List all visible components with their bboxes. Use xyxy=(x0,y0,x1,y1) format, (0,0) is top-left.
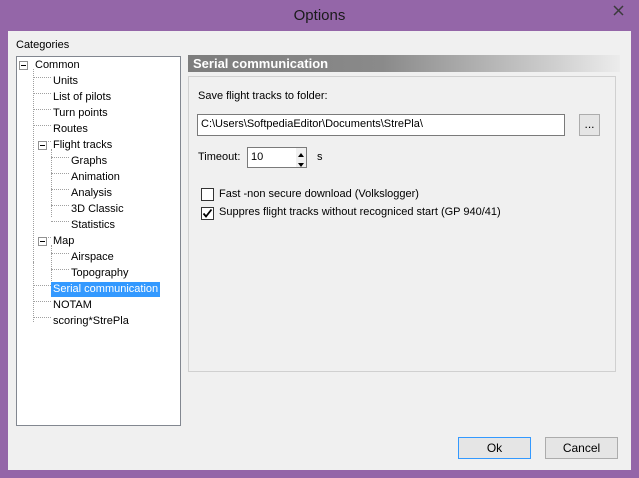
tree-line xyxy=(51,269,69,270)
collapse-icon[interactable] xyxy=(38,237,47,246)
window-title: Options xyxy=(293,7,346,24)
tree-line xyxy=(33,125,51,126)
close-icon xyxy=(613,5,624,16)
tree-line xyxy=(33,285,51,286)
timeout-value: 10 xyxy=(251,151,264,163)
fast-download-checkbox[interactable] xyxy=(201,188,214,201)
tree-item-common[interactable]: Common xyxy=(33,58,82,73)
fast-download-label[interactable]: Fast -non secure download (Volkslogger) xyxy=(219,188,419,200)
folder-path-input[interactable]: C:\Users\SoftpediaEditor\Documents\StreP… xyxy=(197,114,565,136)
tree-line xyxy=(33,93,51,94)
arrow-down-icon xyxy=(298,163,304,167)
section-title: Serial communication xyxy=(193,56,329,71)
tree-line xyxy=(51,189,69,190)
spin-down-button[interactable] xyxy=(296,158,306,167)
section-header: Serial communication xyxy=(188,55,620,72)
tree-line xyxy=(51,157,69,158)
tree-item-list-of-pilots[interactable]: List of pilots xyxy=(51,90,113,105)
browse-button[interactable]: ... xyxy=(579,114,600,136)
tree-item-units[interactable]: Units xyxy=(51,74,80,89)
tree-item-animation[interactable]: Animation xyxy=(69,170,122,185)
folder-label: Save flight tracks to folder: xyxy=(198,90,328,102)
tree-item-airspace[interactable]: Airspace xyxy=(69,250,116,265)
ok-button[interactable]: Ok xyxy=(458,437,531,459)
categories-tree[interactable]: Common Units List of pilots Turn points … xyxy=(16,56,181,426)
tree-item-topography[interactable]: Topography xyxy=(69,266,131,281)
tree-item-statistics[interactable]: Statistics xyxy=(69,218,117,233)
collapse-icon[interactable] xyxy=(38,141,47,150)
tree-line xyxy=(33,262,34,322)
title-bar[interactable]: Options xyxy=(0,0,639,31)
tree-line xyxy=(33,301,51,302)
suppress-tracks-label[interactable]: Suppres flight tracks without recogniced… xyxy=(219,206,501,218)
tree-line xyxy=(51,245,52,281)
tree-item-3d-classic[interactable]: 3D Classic xyxy=(69,202,126,217)
tree-item-graphs[interactable]: Graphs xyxy=(69,154,109,169)
tree-line xyxy=(51,149,52,217)
dialog-body: Categories Common Units List of pilots T… xyxy=(8,31,631,470)
cancel-button[interactable]: Cancel xyxy=(545,437,618,459)
tree-line xyxy=(33,317,51,318)
timeout-label: Timeout: xyxy=(198,151,241,163)
timeout-spinbox[interactable]: 10 xyxy=(247,147,307,168)
spin-up-button[interactable] xyxy=(296,148,306,158)
tree-line xyxy=(51,221,69,222)
tree-item-serial-communication[interactable]: Serial communication xyxy=(51,282,161,297)
tree-item-turn-points[interactable]: Turn points xyxy=(51,106,110,121)
tree-line xyxy=(33,109,51,110)
checkmark-icon xyxy=(202,208,213,218)
tree-item-scoring-strepla[interactable]: scoring*StrePla xyxy=(51,314,131,329)
timeout-unit: s xyxy=(317,151,323,163)
tree-line xyxy=(33,77,51,78)
tree-item-notam[interactable]: NOTAM xyxy=(51,298,94,313)
categories-label: Categories xyxy=(16,39,70,51)
tree-item-flight-tracks[interactable]: Flight tracks xyxy=(51,138,114,153)
tree-item-routes[interactable]: Routes xyxy=(51,122,90,137)
tree-line xyxy=(51,205,69,206)
tree-line xyxy=(51,253,69,254)
tree-item-map[interactable]: Map xyxy=(51,234,76,249)
options-dialog: Options Categories Common Units List of … xyxy=(0,0,639,478)
suppress-tracks-checkbox[interactable] xyxy=(201,207,214,220)
collapse-icon[interactable] xyxy=(19,61,28,70)
tree-item-analysis[interactable]: Analysis xyxy=(69,186,114,201)
tree-line xyxy=(51,173,69,174)
close-button[interactable] xyxy=(599,0,639,22)
tree-line xyxy=(33,69,34,262)
settings-panel: Save flight tracks to folder: C:\Users\S… xyxy=(188,76,616,372)
